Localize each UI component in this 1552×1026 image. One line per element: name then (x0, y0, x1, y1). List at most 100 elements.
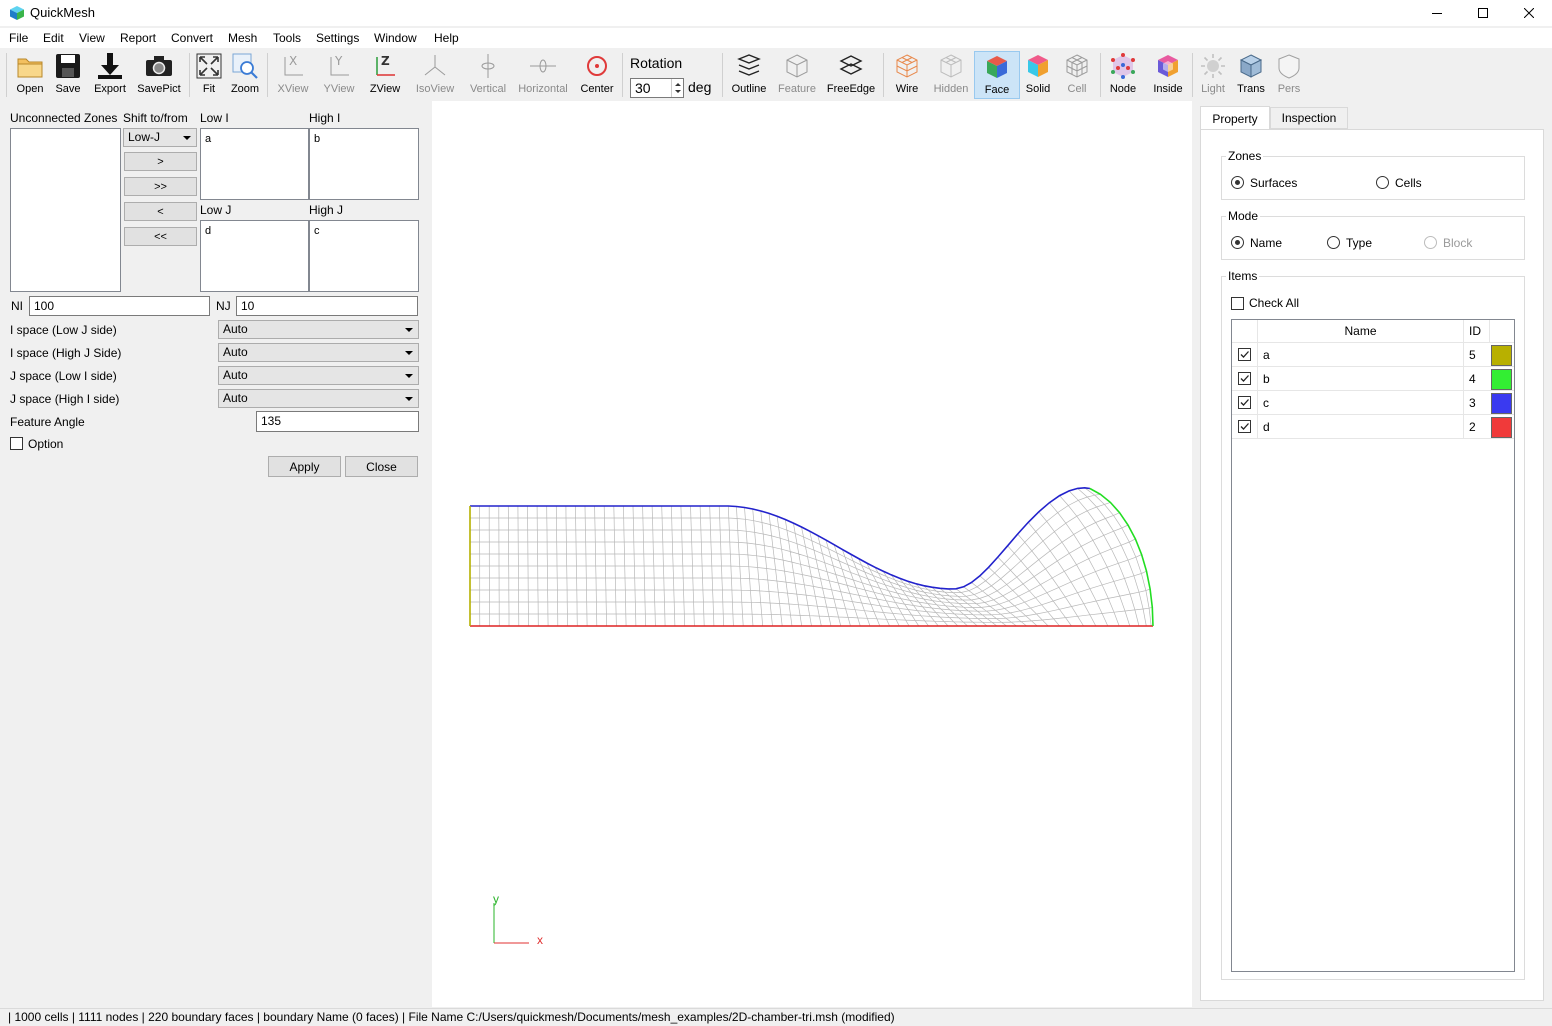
shift-direction-select[interactable]: Low-J (123, 128, 197, 147)
mode-name-label: Name (1250, 236, 1283, 250)
table-row[interactable]: d2 (1232, 415, 1514, 439)
vertical-button[interactable]: Vertical (467, 51, 509, 99)
center-button[interactable]: Center (578, 51, 616, 99)
mode-type-radio[interactable] (1327, 236, 1340, 249)
table-row[interactable]: b4 (1232, 367, 1514, 391)
row-checkbox[interactable] (1238, 372, 1251, 385)
fit-button[interactable]: Fit (194, 51, 224, 99)
rotation-stepper[interactable] (671, 79, 683, 97)
save-icon (56, 54, 80, 78)
zones-surfaces-radio[interactable] (1231, 176, 1244, 189)
zones-cells-radio[interactable] (1376, 176, 1389, 189)
row-color-swatch[interactable] (1491, 345, 1512, 366)
low-i-list[interactable]: a (200, 128, 309, 200)
list-item[interactable]: b (314, 133, 320, 145)
xview-button[interactable]: X XView (274, 51, 312, 99)
nj-input[interactable]: 10 (236, 296, 418, 316)
horizontal-button[interactable]: Horizontal (517, 51, 569, 99)
feature-button[interactable]: Feature (776, 51, 818, 99)
chevron-down-icon (405, 328, 413, 332)
row-checkbox[interactable] (1238, 348, 1251, 361)
node-button[interactable]: Node (1106, 51, 1140, 99)
close-window-button[interactable] (1506, 0, 1552, 26)
tab-property[interactable]: Property (1200, 106, 1270, 130)
menu-window[interactable]: Window (374, 31, 417, 45)
name-column-header[interactable]: Name (1258, 320, 1464, 343)
close-button[interactable]: Close (345, 456, 418, 477)
mesh-viewport[interactable]: y x (432, 101, 1192, 1007)
boundary-edge-b[interactable] (1089, 487, 1154, 627)
j-space-high-select[interactable]: Auto (218, 389, 419, 408)
menu-mesh[interactable]: Mesh (228, 31, 257, 45)
table-row[interactable]: c3 (1232, 391, 1514, 415)
savepict-button[interactable]: SavePict (137, 51, 181, 99)
row-checkbox[interactable] (1238, 396, 1251, 409)
minimize-button[interactable] (1414, 0, 1460, 26)
menu-help[interactable]: Help (434, 31, 459, 45)
tab-inspection[interactable]: Inspection (1270, 107, 1348, 129)
zones-surfaces-label: Surfaces (1250, 176, 1298, 190)
inside-button[interactable]: Inside (1148, 51, 1188, 99)
items-title: Items (1226, 269, 1260, 283)
menu-settings[interactable]: Settings (316, 31, 359, 45)
zoom-icon (232, 53, 258, 79)
zoom-button[interactable]: Zoom (230, 51, 260, 99)
menu-view[interactable]: View (79, 31, 105, 45)
chevron-down-icon (405, 397, 413, 401)
outline-button[interactable]: Outline (729, 51, 769, 99)
zview-button[interactable]: Z ZView (366, 51, 404, 99)
open-button[interactable]: Open (14, 51, 46, 99)
light-button[interactable]: Light (1198, 51, 1228, 99)
ni-input[interactable]: 100 (29, 296, 210, 316)
mesh-canvas[interactable] (432, 101, 1192, 1007)
menu-tools[interactable]: Tools (273, 31, 301, 45)
mode-block-radio[interactable] (1424, 236, 1437, 249)
trans-button[interactable]: Trans (1235, 51, 1267, 99)
mode-name-radio[interactable] (1231, 236, 1244, 249)
high-i-list[interactable]: b (309, 128, 419, 200)
chevron-down-icon (405, 374, 413, 378)
maximize-button[interactable] (1460, 0, 1506, 26)
checkmark-icon (1240, 399, 1249, 406)
row-color-swatch[interactable] (1491, 393, 1512, 414)
solid-button[interactable]: Solid (1022, 51, 1054, 99)
apply-button[interactable]: Apply (268, 456, 341, 477)
face-button[interactable]: Face (974, 51, 1020, 99)
cell-button[interactable]: Cell (1061, 51, 1093, 99)
save-button[interactable]: Save (52, 51, 84, 99)
isoview-button[interactable]: IsoView (412, 51, 458, 99)
chevron-down-icon (183, 136, 191, 140)
menu-file[interactable]: File (9, 31, 28, 45)
freeedge-button[interactable]: FreeEdge (826, 51, 876, 99)
i-space-low-select[interactable]: Auto (218, 320, 419, 339)
yview-button[interactable]: Y YView (320, 51, 358, 99)
row-checkbox[interactable] (1238, 420, 1251, 433)
pers-button[interactable]: Pers (1274, 51, 1304, 99)
list-item[interactable]: d (205, 225, 211, 237)
table-row[interactable]: a5 (1232, 343, 1514, 367)
row-color-swatch[interactable] (1491, 417, 1512, 438)
menu-convert[interactable]: Convert (171, 31, 213, 45)
list-item[interactable]: a (205, 133, 211, 145)
feature-angle-input[interactable]: 135 (256, 411, 419, 432)
high-j-list[interactable]: c (309, 220, 419, 292)
j-space-low-select[interactable]: Auto (218, 366, 419, 385)
back-one-button[interactable]: < (124, 202, 197, 221)
unconnected-zones-list[interactable] (10, 128, 121, 292)
i-space-high-select[interactable]: Auto (218, 343, 419, 362)
rotation-spinbox[interactable]: 30 (630, 78, 684, 98)
back-all-button[interactable]: << (124, 227, 197, 246)
shift-all-button[interactable]: >> (124, 177, 197, 196)
wire-button[interactable]: Wire (890, 51, 924, 99)
list-item[interactable]: c (314, 225, 320, 237)
id-column-header[interactable]: ID (1464, 320, 1490, 343)
menu-edit[interactable]: Edit (43, 31, 64, 45)
row-color-swatch[interactable] (1491, 369, 1512, 390)
shift-one-button[interactable]: > (124, 152, 197, 171)
menu-report[interactable]: Report (120, 31, 156, 45)
low-j-list[interactable]: d (200, 220, 309, 292)
check-all-checkbox[interactable] (1231, 297, 1244, 310)
option-checkbox[interactable] (10, 437, 23, 450)
export-button[interactable]: Export (92, 51, 128, 99)
hidden-button[interactable]: Hidden (931, 51, 971, 99)
